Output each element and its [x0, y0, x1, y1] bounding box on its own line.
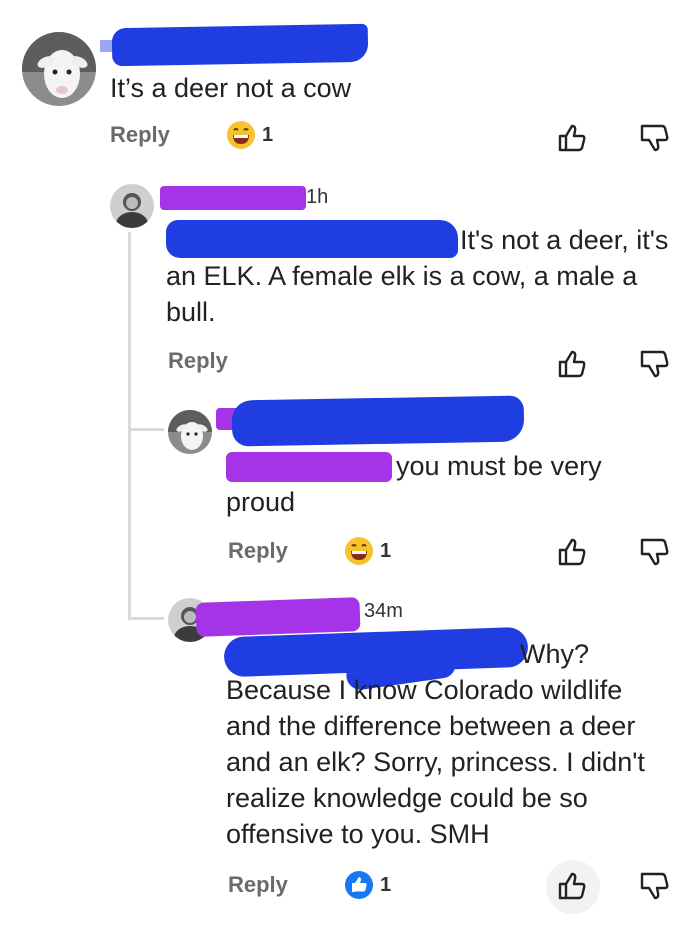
avatar-goat[interactable]	[168, 410, 212, 454]
redacted-username	[195, 597, 361, 637]
thread-line	[128, 232, 131, 617]
reply-button[interactable]: Reply	[228, 872, 288, 898]
thumbs-down-icon[interactable]	[634, 866, 674, 906]
thread-connector	[128, 428, 164, 431]
redacted-username	[231, 395, 525, 447]
comment-time: 34m	[364, 600, 403, 622]
thumbs-down-icon[interactable]	[634, 118, 674, 158]
grinning-emoji-icon[interactable]	[344, 536, 374, 571]
grinning-emoji-icon[interactable]	[226, 120, 256, 155]
thumbs-down-icon[interactable]	[634, 532, 674, 572]
thumbs-up-icon[interactable]	[552, 866, 592, 906]
avatar-user[interactable]	[110, 184, 154, 228]
avatar-goat[interactable]	[22, 32, 96, 106]
comment-text-line-5: realize knowledge could be so	[226, 783, 588, 813]
reply-button[interactable]: Reply	[228, 538, 288, 564]
comment-text-line-2: an ELK. A female elk is a cow, a male a	[166, 261, 638, 291]
thumbs-up-reaction-icon[interactable]	[344, 870, 374, 905]
thumbs-up-icon[interactable]	[552, 118, 592, 158]
comment-text-line-1: Why?	[520, 639, 590, 669]
comment-time: 1h	[306, 186, 329, 208]
comment-text-line-3: bull.	[166, 297, 216, 327]
reply-button[interactable]: Reply	[168, 348, 228, 374]
redacted-mention	[226, 452, 392, 482]
reaction-count: 1	[380, 540, 392, 562]
thumbs-down-icon[interactable]	[634, 344, 674, 384]
comment-text: It’s a deer not a cow	[110, 73, 352, 103]
reaction-count: 1	[262, 124, 274, 146]
thumbs-up-icon[interactable]	[552, 532, 592, 572]
thumbs-up-icon[interactable]	[552, 344, 592, 384]
reaction-count: 1	[380, 874, 392, 896]
comment-text-line-2: Because I know Colorado wildlife	[226, 675, 623, 705]
redacted-username	[160, 186, 306, 210]
comment-text-line-3: and the difference between a deer	[226, 711, 636, 741]
comment-text-line-2: proud	[226, 487, 296, 517]
comment-text-line-1: you must be very	[396, 451, 602, 481]
thread-connector	[128, 617, 164, 620]
redacted-mention	[166, 220, 458, 258]
comment-text-line-1: It's not a deer, it's	[460, 225, 669, 255]
reply-button[interactable]: Reply	[110, 122, 170, 148]
comment-text-line-4: and an elk? Sorry, princess. I didn't	[226, 747, 645, 777]
redacted-username	[111, 23, 369, 67]
comment-text-line-6: offensive to you. SMH	[226, 819, 490, 849]
